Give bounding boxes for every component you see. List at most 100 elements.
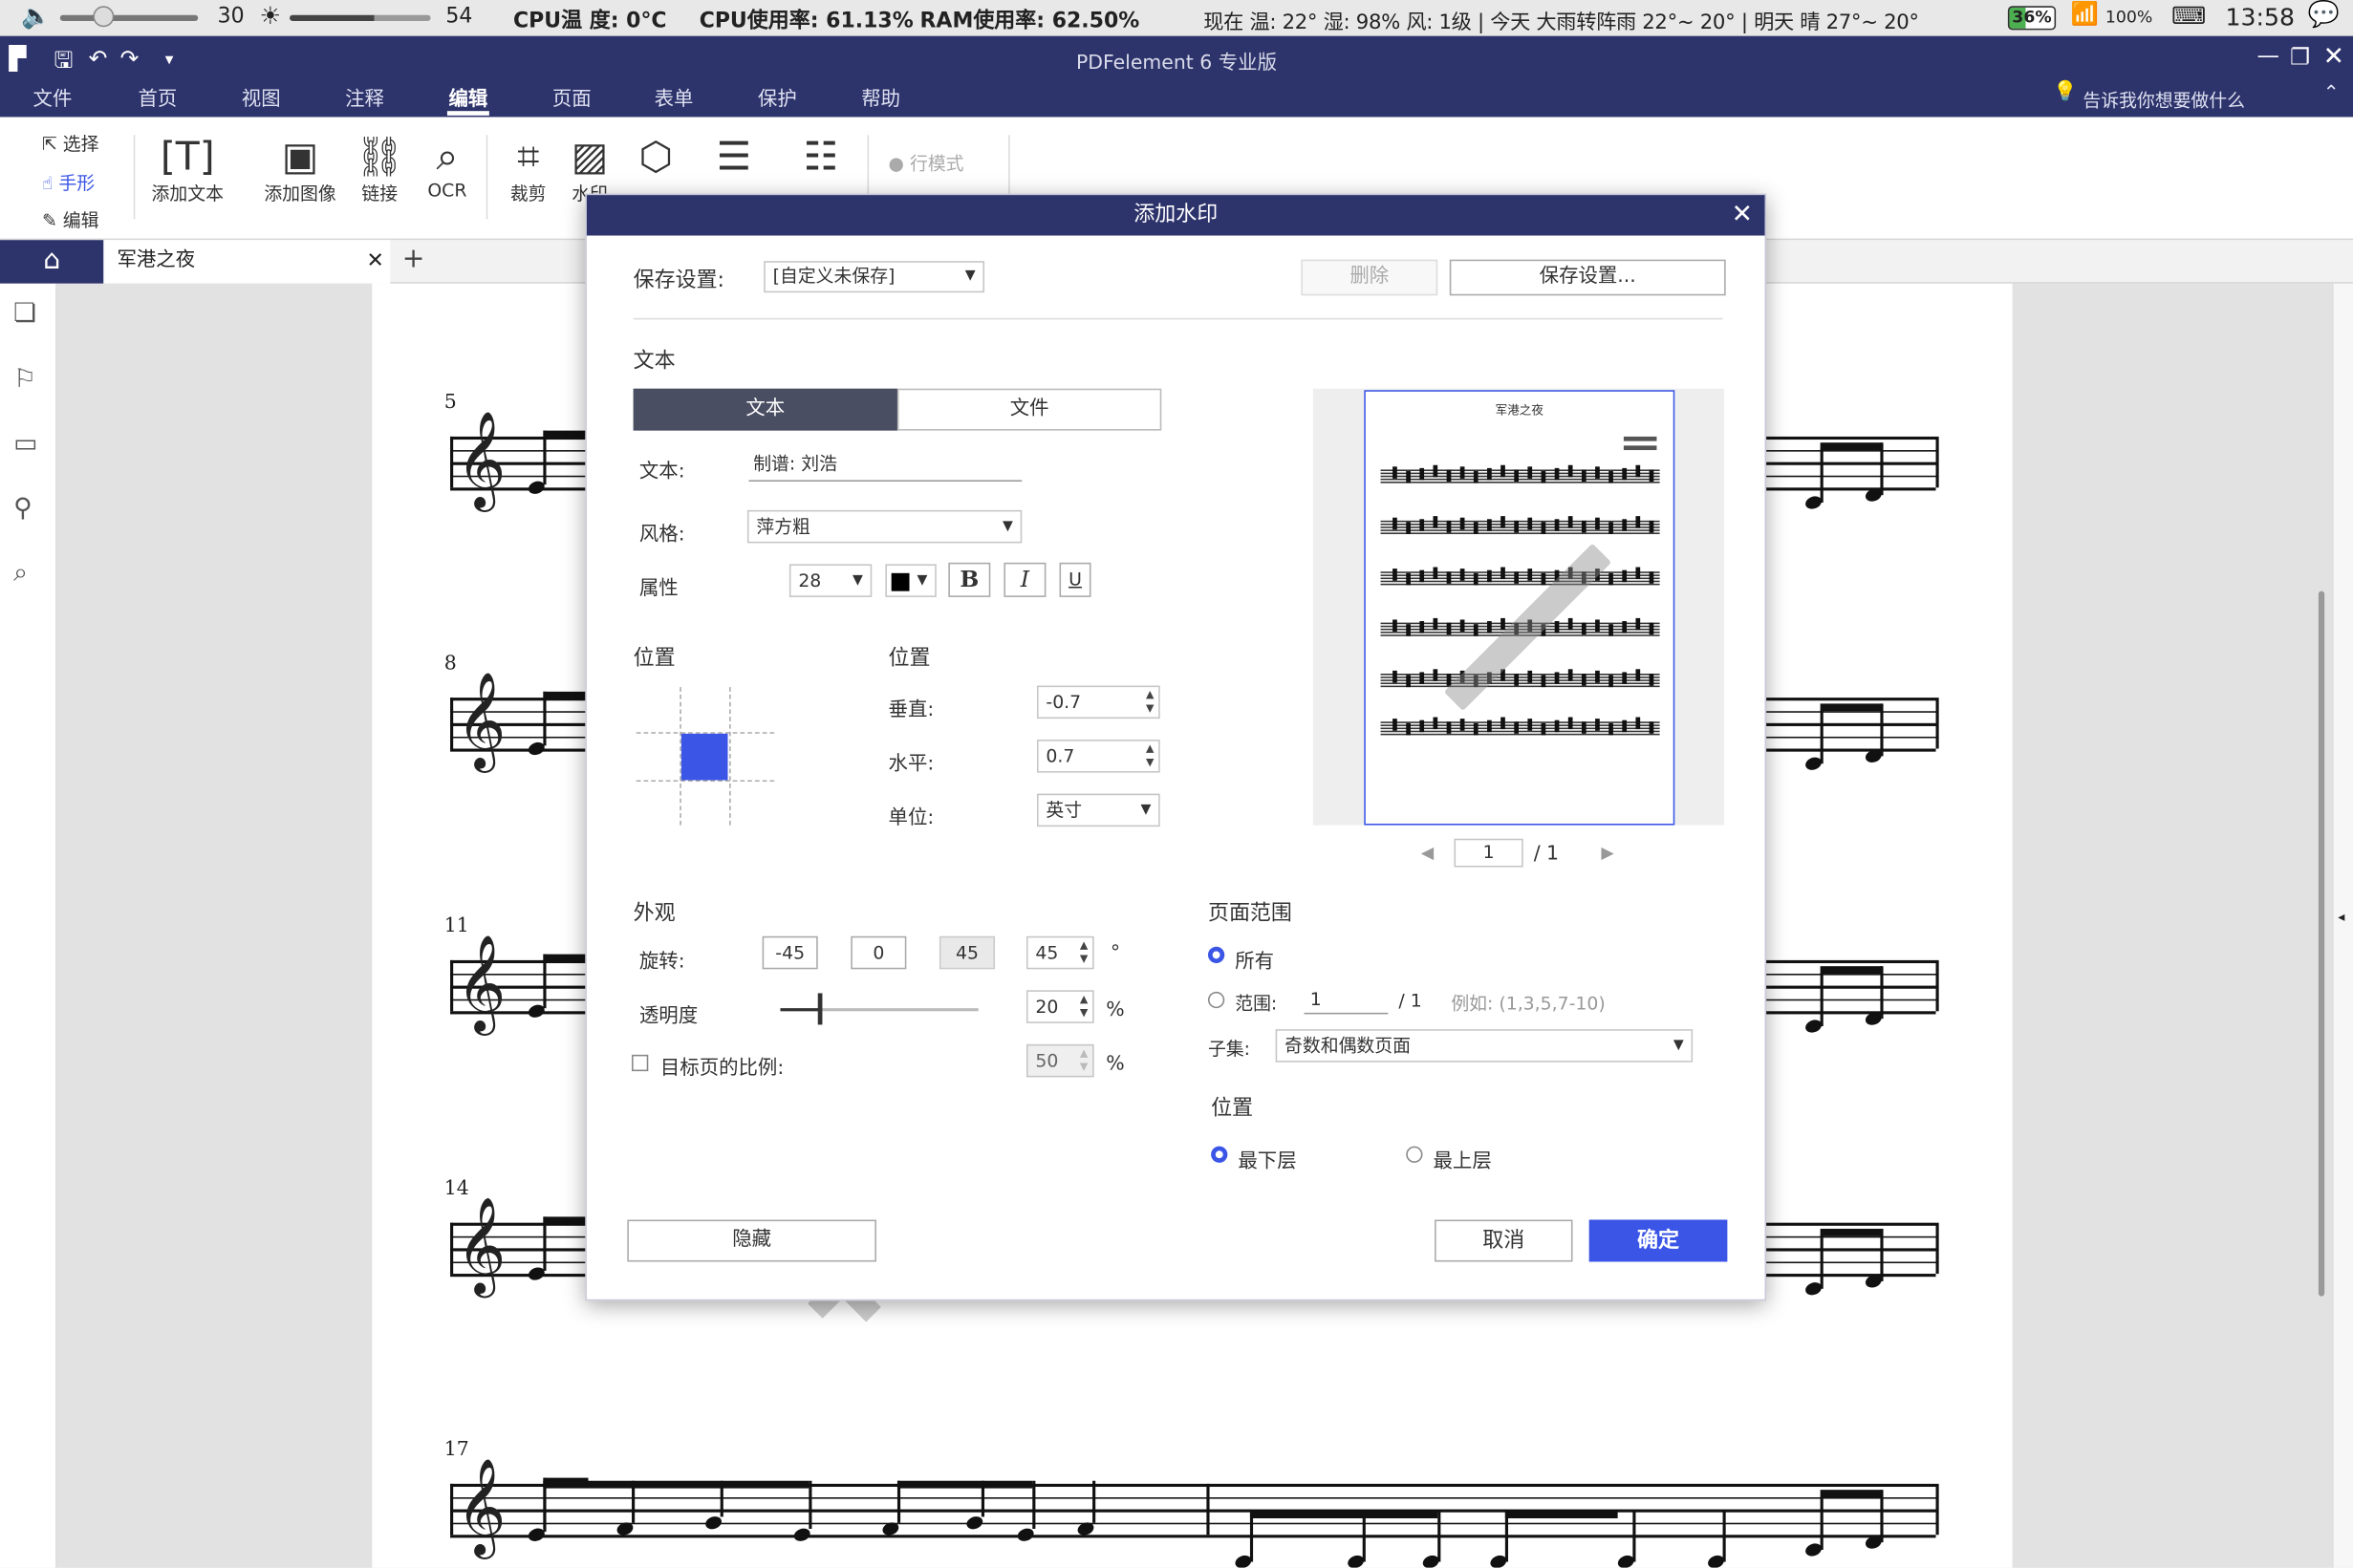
- ok-button[interactable]: 确定: [1588, 1219, 1728, 1262]
- preview-page-input[interactable]: 1: [1454, 838, 1523, 868]
- message-icon[interactable]: 💬: [2308, 0, 2340, 30]
- range-input[interactable]: 1: [1304, 984, 1389, 1015]
- volume-slider[interactable]: [59, 14, 199, 21]
- spinner-icon[interactable]: ▲ ▼: [1080, 939, 1088, 966]
- spinner-icon[interactable]: ▲ ▼: [1146, 689, 1154, 716]
- save-settings-button[interactable]: 保存设置...: [1449, 259, 1726, 296]
- home-tab[interactable]: ⌂: [0, 240, 104, 284]
- prev-page-icon[interactable]: ◀: [1421, 843, 1434, 862]
- italic-button[interactable]: I: [1004, 562, 1047, 597]
- menu-comment[interactable]: 注释: [345, 82, 384, 112]
- opacity-slider-handle[interactable]: [818, 993, 824, 1025]
- position-anchor-selected[interactable]: [680, 733, 728, 781]
- preview-credit: [1623, 445, 1657, 451]
- document-tab[interactable]: 军港之夜 ✕: [103, 240, 391, 284]
- select-mode[interactable]: ⇱ 选择: [42, 131, 132, 157]
- rotate-value: 45: [1035, 942, 1059, 964]
- search-hint[interactable]: 告诉我你想要做什么: [2083, 87, 2245, 113]
- collapse-right-panel-icon[interactable]: ◂: [2338, 911, 2344, 926]
- weather-info: 现在 温: 22° 湿: 98% 风: 1级 | 今天 大雨转阵雨 22°~ 2…: [1203, 10, 1919, 35]
- scale-checkbox[interactable]: [632, 1054, 649, 1072]
- add-image-button[interactable]: ▣ 添加图像: [258, 135, 342, 205]
- bold-button[interactable]: B: [948, 562, 991, 597]
- note-beam: [1820, 966, 1882, 975]
- note-beam: [1820, 703, 1882, 712]
- preview-note: [1595, 466, 1600, 479]
- restore-icon[interactable]: ❐: [2290, 44, 2310, 71]
- save-settings-select[interactable]: [自定义未保存] ▼: [764, 261, 985, 293]
- brightness-slider[interactable]: [290, 14, 431, 21]
- attachment-icon[interactable]: ⚲: [13, 494, 32, 524]
- spinner-icon[interactable]: ▲ ▼: [1080, 1047, 1088, 1074]
- spinner-icon[interactable]: ▲ ▼: [1080, 993, 1088, 1020]
- scale-input[interactable]: 50 ▲ ▼: [1025, 1043, 1094, 1078]
- keyboard-icon[interactable]: ⌨: [2171, 2, 2206, 31]
- underline-button[interactable]: U: [1059, 562, 1091, 597]
- volume-knob[interactable]: [93, 6, 115, 28]
- subset-select[interactable]: 奇数和偶数页面 ▼: [1275, 1029, 1694, 1063]
- color-picker[interactable]: ▼: [885, 564, 937, 597]
- tab-file[interactable]: 文件: [896, 388, 1162, 431]
- thumbnails-icon[interactable]: ❏: [13, 298, 36, 328]
- edit-mode[interactable]: ✎ 编辑: [42, 207, 132, 233]
- tab-text[interactable]: 文本: [633, 388, 897, 431]
- menu-edit[interactable]: 编辑: [448, 82, 487, 112]
- rotate-input[interactable]: 45 ▲ ▼: [1025, 935, 1094, 970]
- menu-view[interactable]: 视图: [242, 82, 281, 112]
- note-stem: [1362, 1511, 1366, 1562]
- next-page-icon[interactable]: ▶: [1601, 843, 1613, 862]
- bottom-layer-radio[interactable]: [1211, 1146, 1228, 1163]
- top-layer-radio[interactable]: [1406, 1146, 1423, 1163]
- line-mode-toggle[interactable]: ● 行模式: [889, 150, 994, 176]
- rotate-preset-minus45[interactable]: -45: [762, 935, 818, 970]
- bookmark-icon[interactable]: ⚐: [13, 365, 36, 395]
- wifi-icon[interactable]: 📶: [2071, 0, 2099, 27]
- rotate-preset-0[interactable]: 0: [851, 935, 907, 970]
- bates-number-icon[interactable]: ☷: [798, 135, 843, 180]
- spinner-icon[interactable]: ▲ ▼: [1146, 742, 1154, 769]
- rotate-preset-45[interactable]: 45: [939, 935, 996, 970]
- barline: [450, 1483, 453, 1536]
- menu-file[interactable]: 文件: [33, 82, 73, 112]
- preview-note: [1649, 622, 1654, 635]
- ocr-button[interactable]: ⌕ OCR: [421, 135, 475, 201]
- hand-mode[interactable]: ☝ 手形: [42, 169, 132, 195]
- horizontal-input[interactable]: 0.7 ▲ ▼: [1036, 740, 1160, 773]
- new-tab-icon[interactable]: +: [402, 243, 425, 274]
- menu-home[interactable]: 首页: [138, 82, 177, 112]
- dialog-title: 添加水印: [586, 195, 1765, 236]
- all-pages-radio[interactable]: [1207, 946, 1225, 964]
- add-text-button[interactable]: [T] 添加文本: [145, 135, 229, 205]
- cancel-button[interactable]: 取消: [1435, 1219, 1573, 1262]
- volume-icon[interactable]: 🔈: [21, 2, 51, 31]
- hide-button[interactable]: 隐藏: [627, 1219, 876, 1262]
- header-footer-icon[interactable]: ☰: [711, 135, 756, 180]
- menu-protect[interactable]: 保护: [758, 82, 797, 112]
- unit-select[interactable]: 英寸 ▼: [1036, 793, 1160, 827]
- font-size-select[interactable]: 28 ▼: [788, 564, 873, 597]
- menu-form[interactable]: 表单: [655, 82, 694, 112]
- dialog-close-icon[interactable]: ✕: [1732, 200, 1753, 229]
- watermark-text-input[interactable]: 制谱: 刘浩: [748, 445, 1023, 483]
- collapse-ribbon-icon[interactable]: ⌃: [2323, 82, 2340, 105]
- vertical-scrollbar[interactable]: [2318, 591, 2325, 1297]
- range-radio[interactable]: [1207, 991, 1225, 1009]
- position-grid[interactable]: [636, 687, 775, 826]
- preview-note: [1527, 466, 1533, 479]
- brightness-icon[interactable]: ☀: [260, 2, 282, 31]
- close-tab-icon[interactable]: ✕: [367, 240, 384, 282]
- menu-help[interactable]: 帮助: [861, 82, 900, 112]
- vertical-input[interactable]: -0.7 ▲ ▼: [1036, 685, 1160, 720]
- search-icon[interactable]: ⌕: [13, 558, 28, 588]
- menu-page[interactable]: 页面: [552, 82, 592, 112]
- delete-button[interactable]: 删除: [1301, 259, 1438, 296]
- background-icon[interactable]: ⬡: [634, 135, 679, 180]
- link-button[interactable]: ⛓ 链接: [351, 135, 408, 205]
- crop-button[interactable]: ⌗ 裁剪: [501, 135, 555, 205]
- minimize-icon[interactable]: —: [2257, 42, 2280, 69]
- close-icon[interactable]: ✕: [2323, 42, 2344, 72]
- attributes-label: 属性: [638, 577, 679, 601]
- comment-icon[interactable]: ▭: [13, 429, 37, 459]
- opacity-input[interactable]: 20 ▲ ▼: [1025, 990, 1094, 1023]
- font-select[interactable]: 萍方粗 ▼: [746, 509, 1023, 544]
